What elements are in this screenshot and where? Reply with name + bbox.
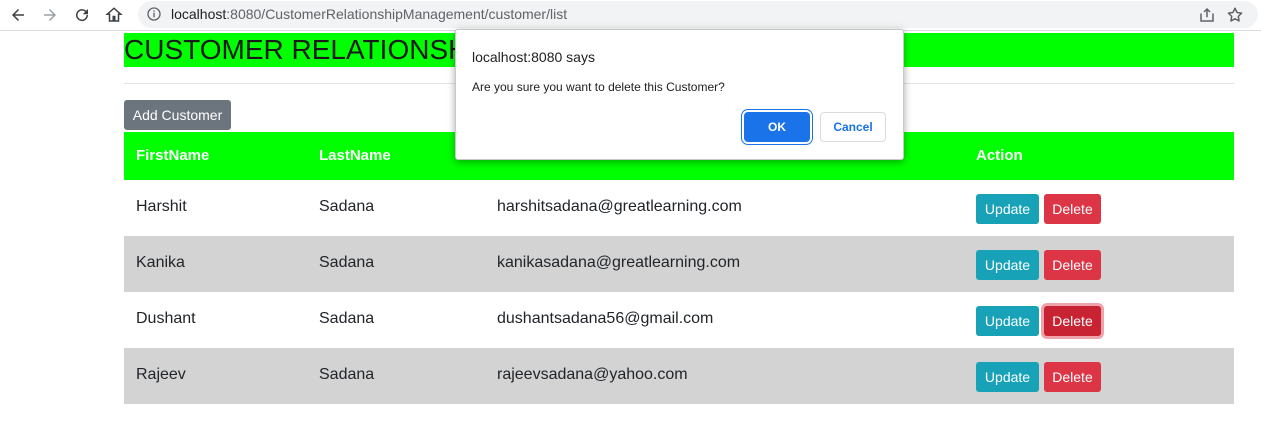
cell-email: kanikasadana@greatlearning.com	[497, 254, 741, 271]
url-host: localhost	[171, 6, 227, 22]
header-firstname: FirstName	[136, 147, 210, 164]
url-text: localhost:8080/CustomerRelationshipManag…	[171, 6, 567, 22]
cell-firstname: Dushant	[136, 310, 196, 327]
delete-button[interactable]: Delete	[1044, 250, 1101, 280]
table-row: Rajeev Sadana rajeevsadana@yahoo.com Upd…	[124, 348, 1234, 404]
cancel-button[interactable]: Cancel	[820, 112, 886, 142]
table-row: Kanika Sadana kanikasadana@greatlearning…	[124, 236, 1234, 292]
update-button[interactable]: Update	[976, 306, 1039, 336]
dialog-message: Are you sure you want to delete this Cus…	[472, 80, 725, 94]
share-icon[interactable]	[1198, 6, 1216, 24]
customer-table: FirstName LastName Email Action Harshit …	[124, 132, 1234, 404]
cell-lastname: Sadana	[319, 366, 375, 383]
cell-lastname: Sadana	[319, 310, 375, 327]
update-button[interactable]: Update	[976, 362, 1039, 392]
browser-toolbar: localhost:8080/CustomerRelationshipManag…	[0, 0, 1261, 31]
confirm-dialog: localhost:8080 says Are you sure you wan…	[455, 29, 904, 160]
cell-firstname: Rajeev	[136, 366, 186, 383]
address-bar[interactable]: localhost:8080/CustomerRelationshipManag…	[138, 1, 1258, 28]
cell-lastname: Sadana	[319, 254, 375, 271]
cell-lastname: Sadana	[319, 198, 375, 215]
delete-button[interactable]: Delete	[1044, 362, 1101, 392]
cell-email: rajeevsadana@yahoo.com	[497, 366, 688, 383]
back-arrow-icon[interactable]	[6, 3, 30, 27]
table-row: Dushant Sadana dushantsadana56@gmail.com…	[124, 292, 1234, 348]
ok-button[interactable]: OK	[744, 112, 810, 142]
update-button[interactable]: Update	[976, 250, 1039, 280]
cell-firstname: Harshit	[136, 198, 187, 215]
reload-icon[interactable]	[70, 3, 94, 27]
home-icon[interactable]	[102, 3, 126, 27]
update-button[interactable]: Update	[976, 194, 1039, 224]
url-path: :8080/CustomerRelationshipManagement/cus…	[226, 6, 568, 22]
header-lastname: LastName	[319, 147, 391, 164]
cell-firstname: Kanika	[136, 254, 185, 271]
dialog-title: localhost:8080 says	[472, 49, 595, 65]
delete-button[interactable]: Delete	[1044, 306, 1101, 336]
table-row: Harshit Sadana harshitsadana@greatlearni…	[124, 180, 1234, 236]
info-icon[interactable]	[146, 6, 162, 22]
forward-arrow-icon[interactable]	[38, 3, 62, 27]
star-icon[interactable]	[1226, 6, 1244, 24]
delete-button[interactable]: Delete	[1044, 194, 1101, 224]
header-action: Action	[976, 147, 1023, 164]
cell-email: dushantsadana56@gmail.com	[497, 310, 714, 327]
add-customer-button[interactable]: Add Customer	[124, 100, 231, 130]
cell-email: harshitsadana@greatlearning.com	[497, 198, 742, 215]
